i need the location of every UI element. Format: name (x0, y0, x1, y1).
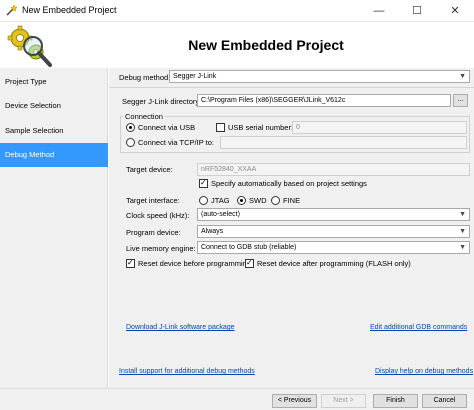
jlink-directory-input[interactable]: C:\Program Files (x86)\SEGGER\JLink_V612… (197, 94, 451, 107)
target-device-input[interactable]: nRF52840_XXAA (197, 163, 470, 176)
edit-gdb-commands-link[interactable]: Edit additional GDB commands (370, 324, 467, 331)
debug-method-select[interactable]: Segger J-Link ▼ (169, 70, 470, 83)
minimize-button[interactable]: — (360, 0, 398, 22)
program-device-value: Always (201, 228, 224, 235)
divider (109, 87, 474, 88)
live-memory-label: Live memory engine: (126, 244, 196, 253)
sidebar-item-device-selection[interactable]: Device Selection (0, 94, 108, 118)
maximize-button[interactable]: ☐ (398, 0, 436, 22)
auto-specify-label: Specify automatically based on project s… (211, 179, 367, 188)
reset-after-label: Reset device after programming (FLASH on… (257, 259, 411, 268)
clock-speed-label: Clock speed (kHz): (126, 211, 190, 220)
live-memory-value: Connect to GDB stub (reliable) (201, 244, 297, 251)
chevron-down-icon: ▼ (459, 228, 466, 235)
program-device-label: Program device: (126, 228, 181, 237)
close-button[interactable]: ✕ (436, 0, 474, 22)
usb-serial-input[interactable]: 0 (292, 121, 467, 134)
reset-before-label: Reset device before programming (138, 259, 251, 268)
live-memory-select[interactable]: Connect to GDB stub (reliable) ▼ (197, 241, 470, 254)
clock-speed-value: (auto-select) (201, 211, 240, 218)
sidebar-item-project-type[interactable]: Project Type (0, 70, 108, 94)
chevron-down-icon: ▼ (459, 211, 466, 218)
connection-group-title: Connection (123, 112, 165, 121)
reset-before-checkbox[interactable] (126, 258, 135, 268)
page-title: New Embedded Project (188, 37, 344, 53)
wizard-icon (6, 4, 18, 16)
fine-radio[interactable] (271, 196, 280, 205)
debug-help-link[interactable]: Display help on debug methods (375, 368, 473, 375)
sidebar-item-debug-method[interactable]: Debug Method (0, 143, 108, 167)
connect-tcp-label: Connect via TCP/IP to: (138, 138, 215, 147)
jlink-directory-label: Segger J-Link directory: (122, 97, 202, 106)
jtag-label: JTAG (211, 196, 230, 205)
target-interface-label: Target interface: (126, 196, 180, 205)
fine-label: FINE (283, 196, 301, 205)
debug-method-label: Debug method: (119, 73, 171, 82)
debug-settings-panel: Debug method: Segger J-Link ▼ Segger J-L… (109, 68, 474, 388)
download-jlink-link[interactable]: Download J-Link software package (126, 324, 235, 331)
sidebar-item-sample-selection[interactable]: Sample Selection (0, 119, 108, 143)
window-title: New Embedded Project (22, 5, 117, 15)
chevron-down-icon: ▼ (459, 244, 466, 251)
usb-serial-label: USB serial number: (228, 123, 294, 132)
auto-specify-checkbox[interactable] (199, 178, 208, 188)
cancel-button[interactable]: Cancel (422, 394, 467, 408)
swd-radio[interactable] (237, 196, 246, 205)
tcp-address-input[interactable] (220, 136, 467, 149)
previous-button[interactable]: < Previous (272, 394, 317, 408)
browse-button[interactable]: ... (453, 94, 468, 107)
finish-button[interactable]: Finish (373, 394, 418, 408)
connect-tcp-radio[interactable] (126, 138, 135, 147)
program-device-select[interactable]: Always ▼ (197, 225, 470, 238)
title-bar: New Embedded Project — ☐ ✕ (0, 0, 474, 22)
wizard-footer: < Previous Next > Finish Cancel (0, 389, 474, 410)
connect-usb-radio[interactable] (126, 123, 135, 132)
reset-after-checkbox[interactable] (245, 258, 254, 268)
swd-label: SWD (249, 196, 267, 205)
install-debug-support-link[interactable]: Install support for additional debug met… (119, 368, 255, 375)
jtag-radio[interactable] (199, 196, 208, 205)
next-button[interactable]: Next > (321, 394, 366, 408)
connect-usb-label: Connect via USB (138, 123, 196, 132)
wizard-sidebar: Project Type Device Selection Sample Sel… (0, 68, 108, 388)
wizard-header: New Embedded Project (0, 22, 474, 68)
target-device-label: Target device: (126, 165, 173, 174)
clock-speed-select[interactable]: (auto-select) ▼ (197, 208, 470, 221)
debug-method-value: Segger J-Link (173, 73, 217, 80)
usb-serial-checkbox[interactable] (216, 123, 225, 132)
chevron-down-icon: ▼ (459, 73, 466, 80)
